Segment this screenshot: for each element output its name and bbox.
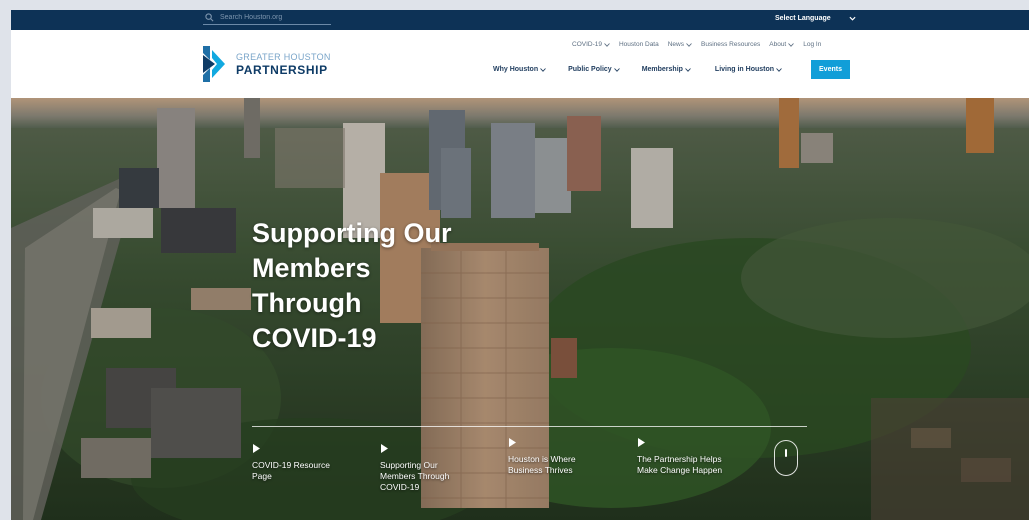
site-header: GREATER HOUSTON PARTNERSHIP COVID-19 Hou…: [11, 30, 1029, 98]
quick-link-line: Houston is Where: [508, 454, 576, 464]
quick-link-houston-business[interactable]: Houston is Where Business Thrives: [508, 437, 628, 476]
chevron-down-icon: [540, 67, 546, 72]
nav-about[interactable]: About: [769, 41, 795, 48]
nav-business-resources[interactable]: Business Resources: [701, 41, 760, 48]
quick-link-line: Business Thrives: [508, 465, 573, 475]
main-nav-public-policy[interactable]: Public Policy: [568, 66, 620, 73]
nav-label: COVID-19: [572, 41, 602, 48]
quick-link-line: Make Change Happen: [637, 465, 723, 475]
chevron-down-icon: [604, 42, 610, 47]
quick-link-line: COVID-19: [380, 482, 420, 492]
nav-label: Living in Houston: [714, 66, 775, 73]
headline-line: Supporting Our: [252, 218, 452, 248]
quick-link-line: Members Through: [380, 471, 450, 481]
main-nav-membership[interactable]: Membership: [642, 66, 691, 73]
language-label: Select Language: [775, 14, 831, 22]
hero-banner: Supporting Our Members Through COVID-19 …: [11, 98, 1029, 520]
partnership-logo-icon: [203, 46, 225, 82]
search-input[interactable]: [220, 14, 320, 21]
site-search[interactable]: [203, 11, 331, 25]
nav-label: News: [667, 41, 684, 48]
scroll-mouse-icon[interactable]: [774, 440, 798, 476]
nav-covid-19[interactable]: COVID-19: [572, 41, 610, 48]
hero-divider: [252, 426, 807, 427]
chevron-right-icon: [638, 438, 645, 447]
chevron-down-icon: [776, 67, 782, 72]
nav-houston-data[interactable]: Houston Data: [619, 41, 659, 48]
site-logo[interactable]: GREATER HOUSTON PARTNERSHIP: [203, 46, 331, 82]
quick-link-line: Page: [252, 471, 272, 481]
chevron-down-icon: [685, 67, 691, 72]
chevron-right-icon: [253, 444, 260, 453]
headline-line: COVID-19: [252, 323, 377, 353]
headline-line: Through: [252, 288, 362, 318]
chevron-right-icon: [509, 438, 516, 447]
quick-link-partnership-change[interactable]: The Partnership Helps Make Change Happen: [637, 437, 757, 476]
nav-log-in[interactable]: Log In: [803, 41, 821, 48]
nav-label: Membership: [641, 66, 683, 73]
language-selector[interactable]: Select Language: [775, 12, 856, 24]
chevron-down-icon: [686, 42, 692, 47]
nav-label: About: [769, 41, 787, 48]
chevron-down-icon: [613, 67, 620, 72]
nav-news[interactable]: News: [668, 41, 692, 48]
logo-line-2: PARTNERSHIP: [236, 62, 328, 77]
nav-label: Why Houston: [493, 66, 539, 73]
quick-link-line: The Partnership Helps: [637, 454, 722, 464]
headline-line: Members: [252, 253, 371, 283]
quick-link-supporting-members[interactable]: Supporting Our Members Through COVID-19: [380, 443, 500, 493]
nav-label: Log In: [803, 41, 822, 48]
main-nav-living-in-houston[interactable]: Living in Houston: [715, 66, 782, 73]
search-icon[interactable]: [205, 13, 214, 22]
quick-link-covid-resource[interactable]: COVID-19 Resource Page: [252, 443, 372, 482]
quick-link-line: COVID-19 Resource: [252, 460, 330, 470]
utility-nav: COVID-19 Houston Data News Business Reso…: [572, 41, 821, 48]
logo-line-1: GREATER HOUSTON: [236, 51, 331, 62]
nav-label: Business Resources: [701, 41, 761, 48]
browser-viewport: Select Language GREATER HOUSTON PARTNERS…: [11, 10, 1029, 520]
nav-label: Houston Data: [618, 41, 659, 48]
chevron-right-icon: [381, 444, 388, 453]
quick-link-line: Supporting Our: [380, 460, 438, 470]
chevron-down-icon: [788, 42, 795, 47]
events-button[interactable]: Events: [811, 60, 850, 79]
main-nav-why-houston[interactable]: Why Houston: [493, 66, 546, 73]
hero-headline: Supporting Our Members Through COVID-19: [252, 216, 512, 356]
main-nav: Why Houston Public Policy Membership Liv…: [493, 66, 782, 73]
nav-label: Public Policy: [568, 66, 612, 73]
chevron-down-icon: [849, 16, 856, 21]
utility-bar: Select Language: [11, 10, 1029, 30]
